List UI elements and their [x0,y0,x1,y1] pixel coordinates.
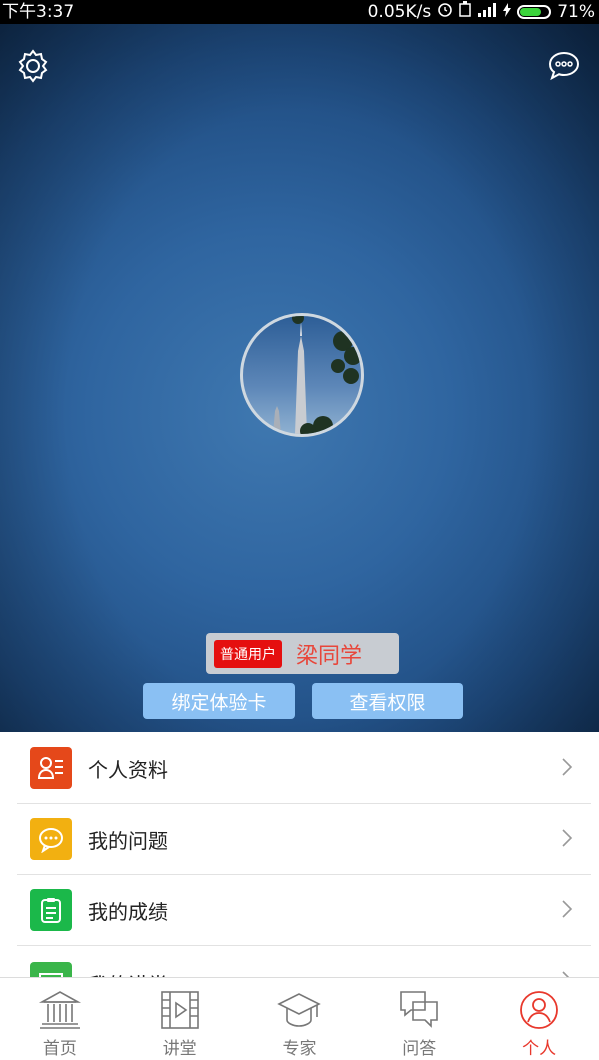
menu-item-label: 我的成绩 [88,899,168,924]
user-type-badge: 普通用户 [214,639,282,668]
video-film-icon [160,991,199,1029]
charging-icon [503,0,512,24]
chat-bubble-icon [30,818,72,860]
menu-item-questions[interactable]: 我的问题 [17,804,591,875]
menu-item-label: 个人资料 [88,757,168,782]
menu-item-profile[interactable]: 个人资料 [17,733,591,804]
alarm-icon [437,0,453,24]
nav-item-qa[interactable]: 问答 [359,978,479,1060]
nav-item-home[interactable]: 首页 [0,978,120,1060]
bottom-nav: 首页 讲堂 专家 问答 个人 [0,977,599,1060]
user-tag: 普通用户 梁同学 [206,633,399,674]
status-bar: 下午3:37 0.05K/s 71% [0,0,599,24]
status-right: 0.05K/s 71% [368,0,595,24]
profile-menu: 个人资料 我的问题 我的成绩 我的讲堂 [0,733,599,995]
clipboard-icon [30,889,72,931]
nav-label: 问答 [402,1039,437,1059]
status-time: 下午3:37 [2,2,75,22]
chevron-right-icon [561,757,573,781]
battery-percent: 71% [557,2,595,22]
profile-card-icon [30,747,72,789]
username: 梁同学 [296,643,363,669]
nav-item-experts[interactable]: 专家 [240,978,360,1060]
nav-item-personal[interactable]: 个人 [479,978,599,1060]
message-bubble-icon[interactable] [544,46,584,86]
graduation-cap-icon [277,993,322,1027]
nav-label: 首页 [42,1039,77,1059]
person-icon [520,991,558,1029]
nav-label: 讲堂 [162,1039,197,1059]
menu-item-scores[interactable]: 我的成绩 [17,875,591,946]
sim-icon [459,0,471,24]
signal-icon [477,0,497,24]
nav-item-lecture[interactable]: 讲堂 [120,978,240,1060]
view-permissions-button[interactable]: 查看权限 [312,683,463,719]
nav-label: 个人 [522,1039,557,1059]
chevron-right-icon [561,899,573,923]
qa-bubbles-icon [400,991,439,1028]
settings-gear-icon[interactable] [13,46,53,86]
battery-icon [517,5,552,19]
avatar[interactable] [240,313,364,437]
menu-item-label: 我的问题 [88,828,168,853]
profile-header: 普通用户 梁同学 绑定体验卡 查看权限 [0,24,599,732]
chevron-right-icon [561,828,573,852]
home-building-icon [38,991,81,1029]
nav-label: 专家 [282,1039,317,1059]
bind-trial-card-button[interactable]: 绑定体验卡 [143,683,295,719]
network-speed: 0.05K/s [367,2,432,22]
